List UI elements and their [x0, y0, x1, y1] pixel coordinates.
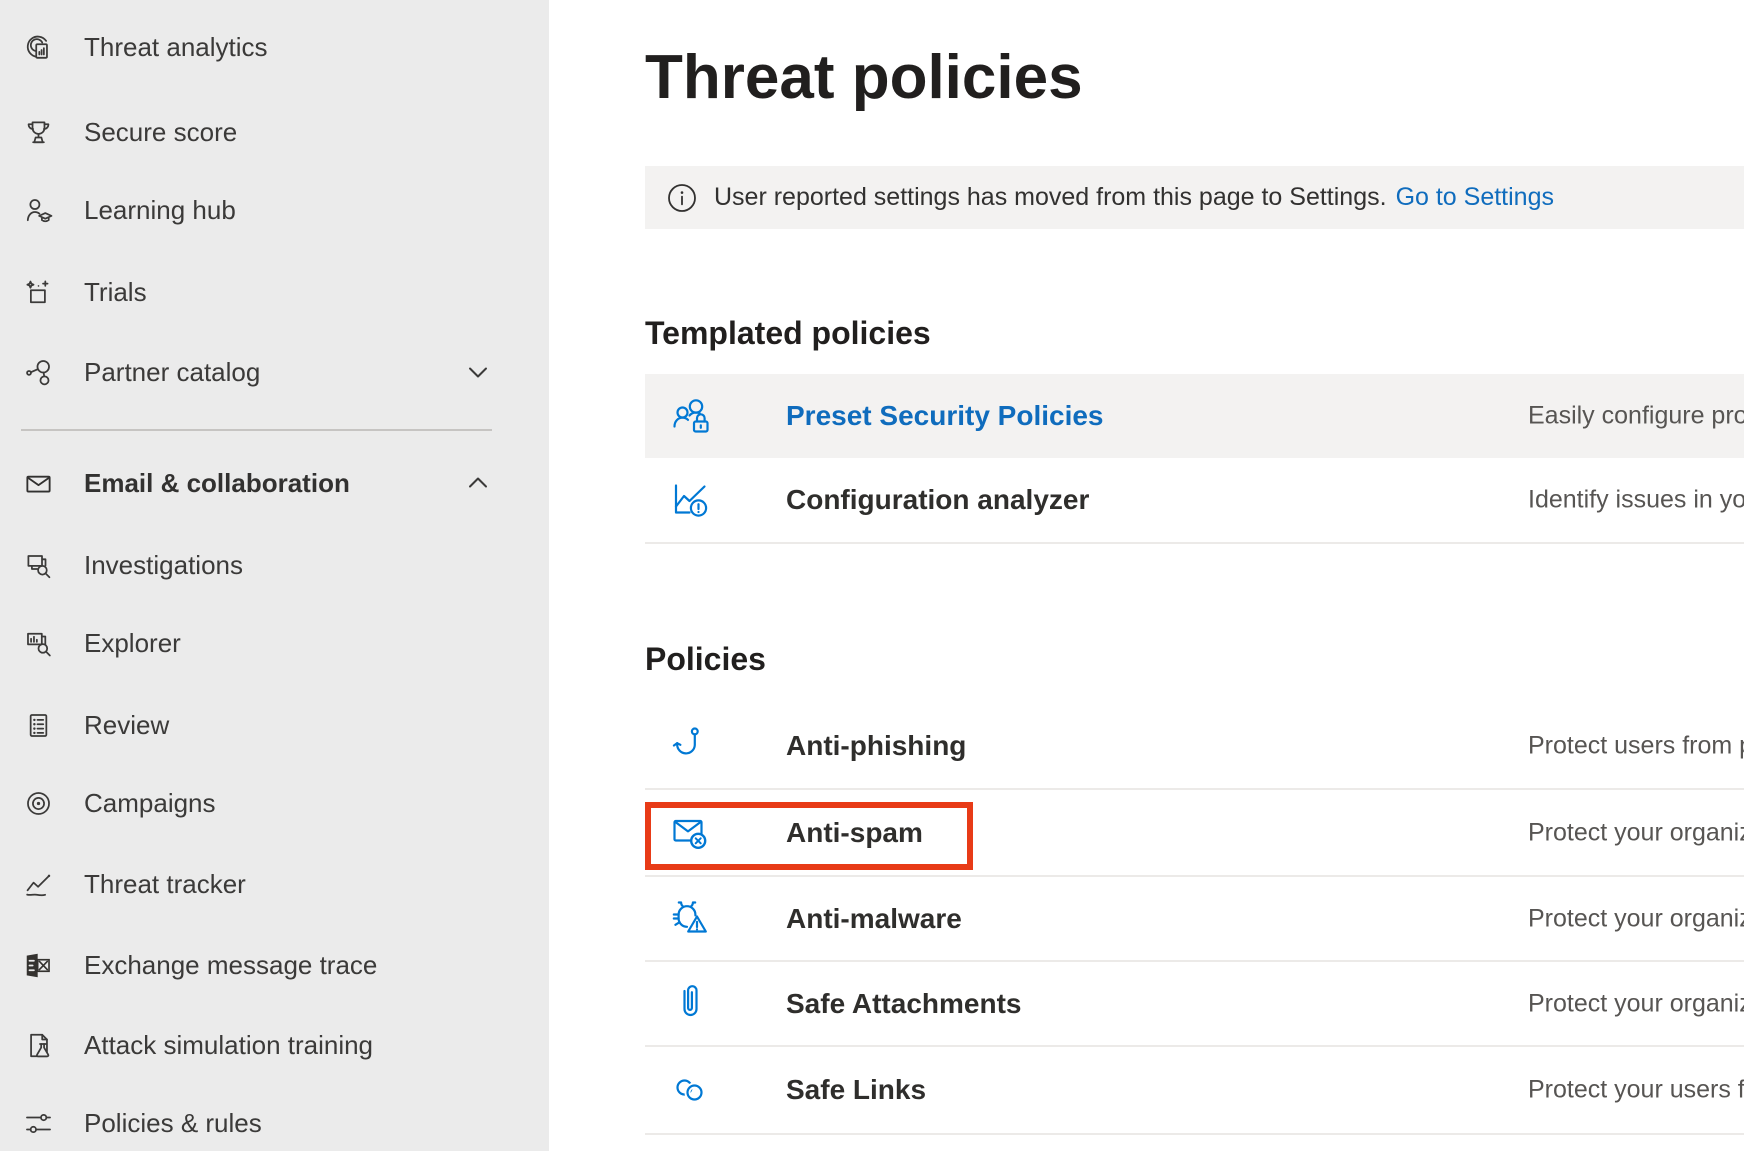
go-to-settings-link[interactable]: Go to Settings	[1396, 183, 1554, 212]
sidebar-section-label: Email & collaboration	[84, 468, 350, 499]
sidebar-item-attack-simulation-training[interactable]: Attack simulation training	[0, 1022, 549, 1068]
sidebar-item-label: Review	[84, 710, 169, 741]
row-description: Protect users from p	[1528, 732, 1744, 761]
info-icon	[667, 183, 697, 213]
info-banner: User reported settings has moved from th…	[645, 166, 1744, 229]
row-anti-spam[interactable]: Anti-spam Protect your organiz	[645, 790, 1744, 877]
row-label[interactable]: Safe Links	[786, 1074, 926, 1106]
trophy-icon	[22, 116, 55, 149]
exchange-icon	[22, 949, 55, 982]
chevron-down-icon	[465, 359, 491, 385]
safe-attachments-icon	[669, 982, 713, 1026]
review-icon	[22, 709, 55, 742]
row-description: Easily configure prot	[1528, 402, 1744, 431]
chevron-up-icon	[465, 470, 491, 496]
sidebar-item-partner-catalog[interactable]: Partner catalog	[0, 349, 549, 395]
campaigns-icon	[22, 787, 55, 820]
sidebar-item-label: Partner catalog	[84, 357, 260, 388]
partner-catalog-icon	[22, 356, 55, 389]
preset-security-policies-icon	[669, 394, 713, 438]
sidebar-item-label: Trials	[84, 277, 147, 308]
sidebar-item-investigations[interactable]: Investigations	[0, 542, 549, 588]
sidebar-item-secure-score[interactable]: Secure score	[0, 109, 549, 155]
sidebar-item-label: Attack simulation training	[84, 1030, 373, 1061]
row-description: Identify issues in you	[1528, 486, 1744, 515]
row-anti-malware[interactable]: Anti-malware Protect your organiz	[645, 877, 1744, 962]
row-description: Protect your organiz	[1528, 989, 1744, 1018]
row-safe-attachments[interactable]: Safe Attachments Protect your organiz	[645, 962, 1744, 1047]
sidebar-item-trials[interactable]: Trials	[0, 269, 549, 315]
anti-spam-icon	[669, 811, 713, 855]
sidebar-item-label: Investigations	[84, 550, 243, 581]
main-content: Threat policies User reported settings h…	[549, 0, 1744, 1151]
sidebar-item-explorer[interactable]: Explorer	[0, 620, 549, 666]
row-label[interactable]: Safe Attachments	[786, 988, 1021, 1020]
sidebar-item-exchange-message-trace[interactable]: Exchange message trace	[0, 942, 549, 988]
anti-malware-icon	[669, 897, 713, 941]
row-label[interactable]: Anti-phishing	[786, 730, 966, 762]
row-label[interactable]: Anti-malware	[786, 903, 962, 935]
sidebar-nav: Threat analytics Secure score Learning h…	[0, 0, 549, 1151]
row-label[interactable]: Anti-spam	[786, 817, 923, 849]
sidebar-section-email-collaboration[interactable]: Email & collaboration	[0, 460, 549, 506]
investigations-icon	[22, 549, 55, 582]
row-configuration-analyzer[interactable]: Configuration analyzer Identify issues i…	[645, 458, 1744, 544]
sidebar-item-policies-rules[interactable]: Policies & rules	[0, 1100, 549, 1146]
banner-message: User reported settings has moved from th…	[714, 183, 1387, 212]
sidebar-item-review[interactable]: Review	[0, 702, 549, 748]
row-description: Protect your users fro	[1528, 1076, 1744, 1105]
attack-simulation-icon	[22, 1029, 55, 1062]
safe-links-icon	[669, 1068, 713, 1112]
row-description: Protect your organiz	[1528, 818, 1744, 847]
sidebar-item-label: Learning hub	[84, 195, 236, 226]
sidebar-item-label: Exchange message trace	[84, 950, 377, 981]
explorer-icon	[22, 627, 55, 660]
row-description: Protect your organiz	[1528, 904, 1744, 933]
row-label[interactable]: Configuration analyzer	[786, 484, 1089, 516]
sidebar-item-label: Policies & rules	[84, 1108, 262, 1139]
sidebar-item-label: Campaigns	[84, 788, 216, 819]
row-safe-links[interactable]: Safe Links Protect your users fro	[645, 1047, 1744, 1135]
threat-analytics-icon	[22, 31, 55, 64]
page-title: Threat policies	[645, 40, 1083, 116]
sidebar-item-threat-tracker[interactable]: Threat tracker	[0, 861, 549, 907]
templated-policies-heading: Templated policies	[645, 316, 931, 350]
trials-icon	[22, 276, 55, 309]
anti-phishing-icon	[669, 724, 713, 768]
learning-hub-icon	[22, 194, 55, 227]
policies-heading: Policies	[645, 642, 766, 676]
sidebar-item-label: Threat tracker	[84, 869, 246, 900]
row-preset-security-policies[interactable]: Preset Security Policies Easily configur…	[645, 374, 1744, 458]
sidebar-divider	[21, 429, 492, 431]
threat-tracker-icon	[22, 868, 55, 901]
sidebar-item-campaigns[interactable]: Campaigns	[0, 780, 549, 826]
sidebar-item-label: Threat analytics	[84, 32, 268, 63]
sliders-icon	[22, 1107, 55, 1140]
row-label[interactable]: Preset Security Policies	[786, 400, 1104, 432]
sidebar-item-threat-analytics[interactable]: Threat analytics	[0, 24, 549, 70]
configuration-analyzer-icon	[669, 478, 713, 522]
row-anti-phishing[interactable]: Anti-phishing Protect users from p	[645, 704, 1744, 790]
sidebar-item-label: Explorer	[84, 628, 181, 659]
email-icon	[22, 467, 55, 500]
sidebar-item-label: Secure score	[84, 117, 237, 148]
sidebar-item-learning-hub[interactable]: Learning hub	[0, 187, 549, 233]
